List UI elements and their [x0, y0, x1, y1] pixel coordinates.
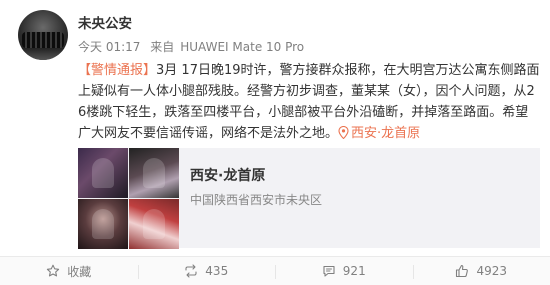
location-photo[interactable] — [129, 148, 179, 198]
comment-count: 921 — [342, 264, 366, 278]
location-link-label: 西安·龙首原 — [351, 126, 421, 141]
favorite-button[interactable]: 收藏 — [0, 257, 138, 285]
post-action-bar: 收藏 435 921 4923 — [0, 256, 550, 285]
post-tag[interactable]: 【警情通报】 — [78, 63, 156, 78]
source-prefix: 来自 — [150, 40, 175, 54]
post-meta: 今天 01:17 来自 HUAWEI Mate 10 Pro — [78, 38, 310, 55]
location-photo[interactable] — [78, 148, 128, 198]
author-name[interactable]: 未央公安 — [78, 12, 132, 32]
author-avatar[interactable] — [18, 10, 68, 60]
like-button[interactable]: 4923 — [412, 257, 550, 285]
post-source[interactable]: HUAWEI Mate 10 Pro — [180, 40, 304, 54]
weibo-post-card: 未央公安 今天 01:17 来自 HUAWEI Mate 10 Pro 【警情通报… — [0, 0, 550, 285]
location-link[interactable]: 西安·龙首原 — [338, 126, 420, 141]
like-count: 4923 — [476, 264, 508, 278]
star-icon — [47, 264, 60, 277]
comment-icon — [323, 265, 335, 277]
location-photo[interactable] — [78, 199, 128, 249]
location-card-address: 中国陕西省西安市未央区 — [190, 193, 323, 207]
location-photo[interactable] — [129, 199, 179, 249]
thumbs-up-icon — [456, 264, 469, 278]
repost-count: 435 — [205, 264, 229, 278]
comment-button[interactable]: 921 — [275, 257, 413, 285]
location-card-title[interactable]: 西安·龙首原 — [190, 165, 265, 185]
repost-button[interactable]: 435 — [137, 257, 276, 285]
repost-icon — [185, 264, 197, 278]
post-content: 【警情通报】3月 17日晚19时许，警方接群众报称，在大明宫万达公寓东侧路面上疑… — [78, 60, 540, 144]
location-card[interactable]: 西安·龙首原 中国陕西省西安市未央区 — [78, 148, 540, 249]
favorite-label: 收藏 — [67, 264, 92, 279]
post-time[interactable]: 今天 01:17 — [78, 40, 140, 54]
location-pin-icon — [338, 126, 349, 139]
